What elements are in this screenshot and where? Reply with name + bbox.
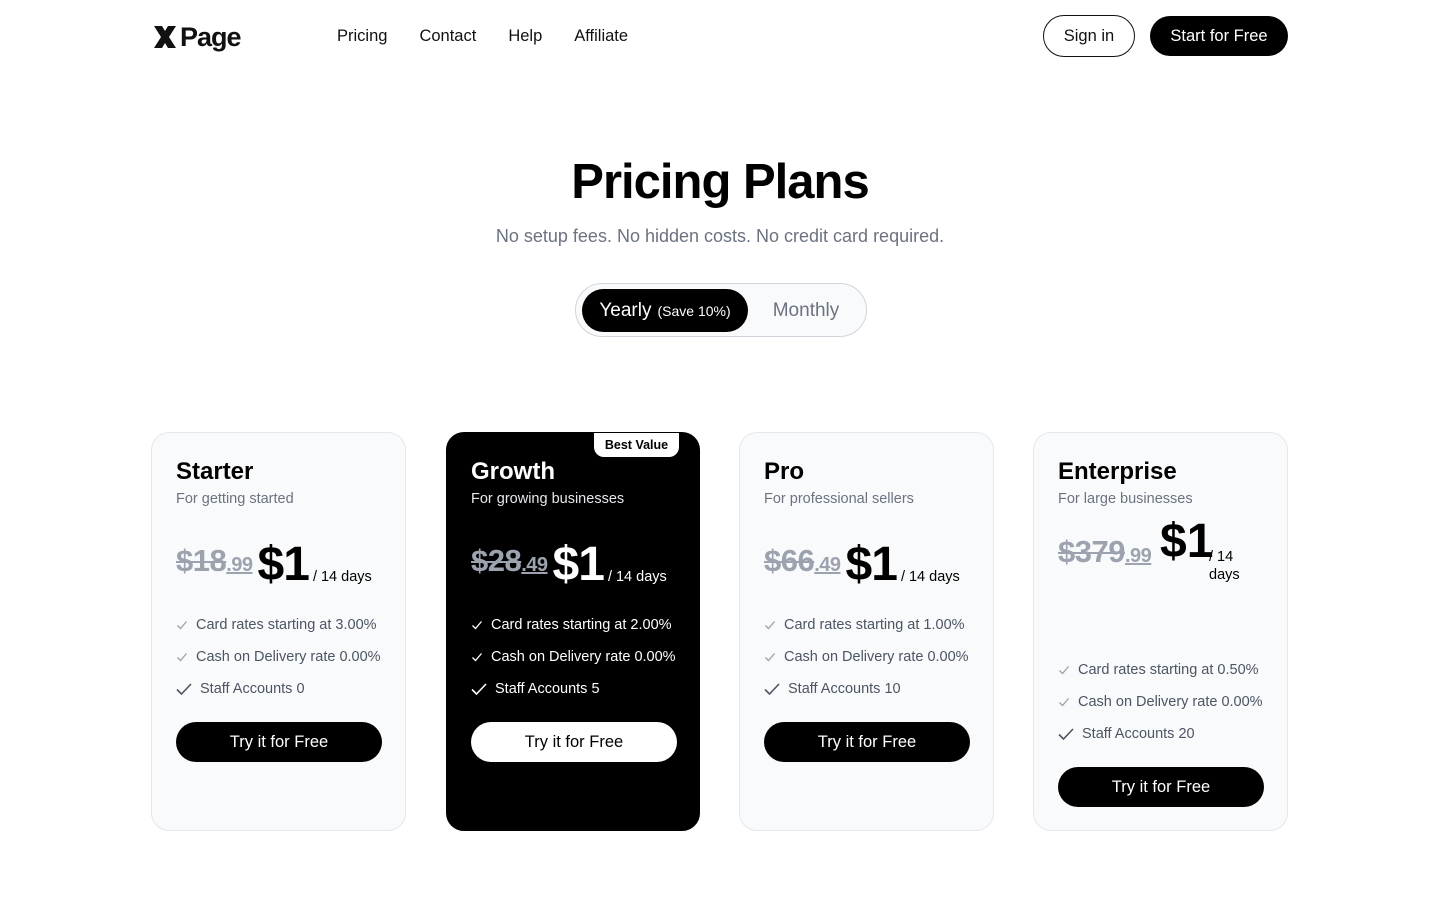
check-icon	[177, 621, 187, 630]
price-row: $66.49 $1 / 14 days	[764, 531, 960, 595]
feature-item: Staff Accounts 10	[764, 673, 969, 705]
current-price: $1	[845, 538, 898, 591]
old-price: $18.99	[176, 543, 253, 578]
site-header: Page Pricing Contact Help Affiliate Sign…	[0, 0, 1440, 72]
feature-item: Cash on Delivery rate 0.00%	[471, 641, 676, 673]
feature-item: Staff Accounts 0	[176, 673, 381, 705]
feature-item: Staff Accounts 20	[1058, 718, 1263, 750]
plan-card-starter: Starter For getting started $18.99 $1 / …	[151, 432, 406, 831]
price-row: $18.99 $1 / 14 days	[176, 531, 372, 595]
feature-item: Cash on Delivery rate 0.00%	[1058, 686, 1263, 718]
toggle-yearly-save-note: (Save 10%)	[657, 302, 731, 319]
check-icon	[764, 683, 780, 696]
feature-list: Card rates starting at 3.00% Cash on Del…	[176, 609, 381, 705]
feature-item: Card rates starting at 3.00%	[176, 609, 381, 641]
feature-list: Card rates starting at 0.50% Cash on Del…	[1058, 654, 1263, 750]
feature-item: Card rates starting at 0.50%	[1058, 654, 1263, 686]
plan-description: For large businesses	[1058, 491, 1193, 507]
check-icon	[471, 683, 487, 696]
try-free-button[interactable]: Try it for Free	[764, 722, 970, 762]
plan-card-growth: Best Value Growth For growing businesses…	[446, 432, 700, 831]
x-logo-icon	[154, 26, 176, 48]
old-price: $379.99	[1058, 534, 1152, 569]
try-free-button[interactable]: Try it for Free	[176, 722, 382, 762]
try-free-button[interactable]: Try it for Free	[471, 722, 677, 762]
page-title: Pricing Plans	[571, 155, 869, 209]
price-period: / 14 days	[900, 569, 960, 585]
nav-contact[interactable]: Contact	[419, 25, 476, 47]
price-period: / 14 days	[607, 569, 667, 585]
feature-item: Card rates starting at 1.00%	[764, 609, 969, 641]
toggle-yearly-label: Yearly	[599, 299, 652, 321]
plan-description: For getting started	[176, 491, 294, 507]
feature-item: Cash on Delivery rate 0.00%	[764, 641, 969, 673]
current-price: $1	[552, 538, 605, 591]
plan-name: Starter	[176, 458, 254, 485]
price-period: / 14 days	[1209, 549, 1240, 583]
price-row: $28.49 $1 / 14 days	[471, 531, 667, 595]
nav-help[interactable]: Help	[508, 25, 542, 47]
feature-list: Card rates starting at 2.00% Cash on Del…	[471, 609, 676, 705]
check-icon	[765, 621, 775, 630]
check-icon	[1058, 728, 1074, 741]
logo-text: Page	[180, 21, 242, 52]
plan-description: For professional sellers	[764, 491, 914, 507]
check-icon	[472, 621, 482, 630]
check-icon	[1059, 698, 1069, 707]
feature-list: Card rates starting at 1.00% Cash on Del…	[764, 609, 969, 705]
toggle-monthly[interactable]: Monthly	[756, 289, 856, 332]
feature-item: Card rates starting at 2.00%	[471, 609, 676, 641]
check-icon	[765, 653, 775, 662]
old-price: $66.49	[764, 543, 841, 578]
plan-name: Enterprise	[1058, 458, 1177, 485]
billing-toggle: Yearly (Save 10%) Monthly	[575, 283, 867, 337]
logo[interactable]: Page	[152, 21, 242, 52]
feature-item: Cash on Delivery rate 0.00%	[176, 641, 381, 673]
try-free-button[interactable]: Try it for Free	[1058, 767, 1264, 807]
check-icon	[1059, 666, 1069, 675]
price-period: / 14 days	[312, 569, 372, 585]
plan-card-enterprise: Enterprise For large businesses $379.99 …	[1033, 432, 1288, 831]
old-price: $28.49	[471, 543, 548, 578]
check-icon	[176, 683, 192, 696]
sign-in-button[interactable]: Sign in	[1043, 15, 1135, 57]
current-price: $1	[1160, 515, 1214, 568]
nav-pricing[interactable]: Pricing	[337, 25, 387, 47]
plan-card-pro: Pro For professional sellers $66.49 $1 /…	[739, 432, 994, 831]
plan-name: Growth	[471, 458, 555, 485]
plan-name: Pro	[764, 458, 805, 485]
nav-affiliate[interactable]: Affiliate	[574, 25, 628, 47]
check-icon	[177, 653, 187, 662]
best-value-badge: Best Value	[594, 433, 679, 457]
check-icon	[472, 653, 482, 662]
main-nav: Pricing Contact Help Affiliate	[337, 25, 628, 47]
page-subtitle: No setup fees. No hidden costs. No credi…	[495, 226, 945, 246]
current-price: $1	[257, 538, 310, 591]
feature-item: Staff Accounts 5	[471, 673, 676, 705]
plan-description: For growing businesses	[471, 491, 625, 507]
start-for-free-button[interactable]: Start for Free	[1150, 16, 1288, 56]
toggle-yearly[interactable]: Yearly (Save 10%)	[582, 289, 748, 332]
